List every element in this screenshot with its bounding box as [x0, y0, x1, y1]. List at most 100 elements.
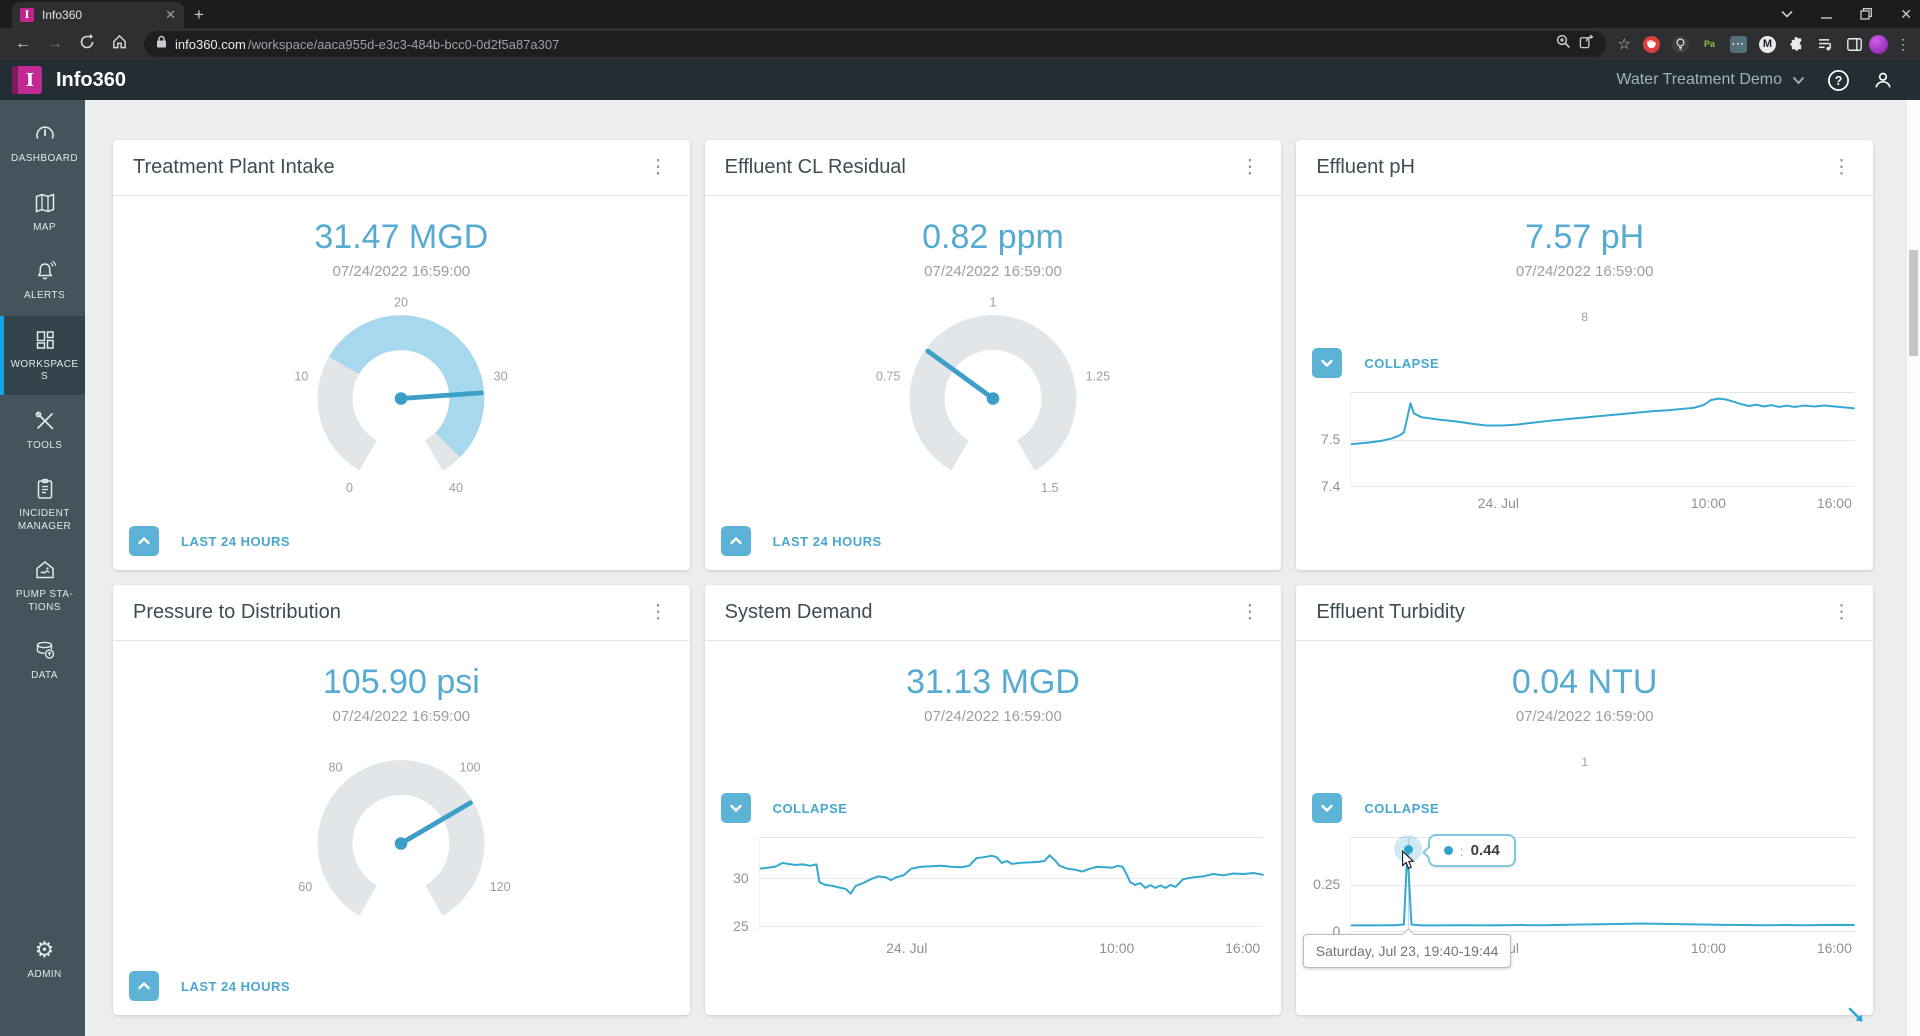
x-tick-label: 10:00 [1099, 940, 1135, 956]
sidebar-item-incident-manager[interactable]: INCIDENT MANAGER [0, 465, 85, 544]
sidebar-item-data[interactable]: DATA [0, 627, 85, 694]
pa-extension-icon[interactable]: Pa [1701, 36, 1718, 53]
x-tick-label: 10:00 [1690, 940, 1726, 956]
tab-search-chevron-icon[interactable] [1781, 10, 1793, 18]
card-menu-icon[interactable]: ⋮ [1828, 158, 1855, 177]
dashboard-gauge-icon [32, 121, 58, 147]
card-menu-icon[interactable]: ⋮ [1236, 158, 1263, 177]
home-button[interactable] [106, 33, 132, 55]
y-tick-label: 7.5 [1320, 431, 1341, 447]
sidebar-item-label: DATA [31, 670, 58, 681]
plot-area[interactable]: 24. Jul 10:00 16:00 [1350, 392, 1855, 511]
plot-area[interactable]: 24. Jul 10:00 16:00 [758, 837, 1264, 956]
database-icon [32, 638, 58, 664]
scrollbar-thumb[interactable] [1909, 250, 1918, 356]
extensions-row: Pa ··· M [1643, 35, 1863, 53]
svg-text:1: 1 [989, 295, 996, 309]
svg-text:100: 100 [460, 760, 481, 774]
sidebar-item-label: TOOLS [26, 439, 63, 451]
metric-value: 31.47 MGD [314, 218, 489, 256]
sidebar-item-workspaces[interactable]: WORKSPACES [0, 315, 85, 395]
svg-text:20: 20 [394, 295, 408, 309]
new-tab-button[interactable]: + [194, 5, 204, 28]
sidebar-item-alerts[interactable]: ALERTS [0, 247, 85, 314]
expand-last-24-hours[interactable]: LAST 24 HOURS [720, 526, 882, 556]
expander-label: LAST 24 HOURS [181, 978, 291, 994]
card-menu-icon[interactable]: ⋮ [1236, 603, 1263, 622]
side-panel-icon[interactable] [1846, 36, 1863, 53]
sidebar-item-pump-stations[interactable]: PUMP STA-TIONS [0, 546, 85, 625]
bookmark-star-icon[interactable]: ☆ [1618, 35, 1631, 53]
svg-text:60: 60 [299, 880, 313, 894]
sidebar-item-map[interactable]: MAP [0, 179, 85, 246]
adblock-extension-icon[interactable] [1643, 35, 1660, 53]
series-dot-icon [1443, 846, 1453, 855]
tab-title: Info360 [42, 8, 83, 22]
card-header: Effluent Turbidity ⋮ [1296, 585, 1873, 641]
resize-handle-icon[interactable] [1846, 1005, 1866, 1030]
y-tick-label: 0.25 [1313, 876, 1341, 892]
expand-last-24-hours[interactable]: LAST 24 HOURS [129, 971, 290, 1001]
expander-label: LAST 24 HOURS [181, 533, 291, 549]
browser-profile-avatar[interactable] [1869, 34, 1888, 54]
help-button[interactable]: ? [1827, 69, 1850, 92]
window-restore-button[interactable] [1860, 8, 1873, 20]
collapse-label: COLLAPSE [1364, 800, 1440, 816]
y-tick-label: 7.4 [1320, 478, 1341, 494]
playlist-extension-icon[interactable] [1817, 36, 1834, 53]
browser-menu-icon[interactable]: ⋮ [1896, 36, 1910, 53]
sidebar-item-admin[interactable]: ⚙ ADMIN [0, 926, 85, 993]
user-account-button[interactable] [1872, 69, 1894, 91]
chevron-up-button[interactable] [720, 526, 751, 556]
browser-tab[interactable]: I Info360 ✕ [12, 2, 184, 28]
chevron-down-button[interactable] [1312, 348, 1343, 378]
workspace-selector-label: Water Treatment Demo [1616, 71, 1782, 88]
window-minimize-button[interactable] [1821, 9, 1833, 20]
x-tick-label: 24. Jul [1477, 495, 1520, 511]
metric-value: 7.57 pH [1525, 218, 1645, 256]
chevron-down-button[interactable] [720, 793, 751, 823]
back-button[interactable]: ← [10, 35, 36, 53]
app-header: I Info360 Water Treatment Demo ? [0, 60, 1920, 100]
reload-button[interactable] [74, 33, 100, 55]
forward-button[interactable]: → [42, 35, 68, 53]
sidebar-item-tools[interactable]: TOOLS [0, 397, 85, 464]
tools-icon [32, 408, 58, 434]
share-icon[interactable] [1579, 34, 1594, 54]
x-tick-label: 10:00 [1690, 495, 1726, 511]
chevron-down-button[interactable] [1312, 793, 1343, 823]
m-extension-icon[interactable]: M [1759, 35, 1776, 53]
tab-close-icon[interactable]: ✕ [165, 7, 176, 23]
url-bar[interactable]: info360.com/workspace/aaca955d-e3c3-484b… [144, 31, 1606, 57]
workspace-selector[interactable]: Water Treatment Demo [1616, 71, 1805, 89]
browser-tab-strip: I Info360 ✕ + ✕ [0, 0, 1920, 28]
collapse-control[interactable]: COLLAPSE [1312, 348, 1873, 378]
window-close-button[interactable]: ✕ [1900, 6, 1912, 23]
turbidity-line-chart: 0.25 0 : 0.44 Saturday, Jul 23, 19:40-19… [1296, 834, 1855, 968]
plot-area[interactable]: : 0.44 Saturday, Jul 23, 19:40-19:44 24.… [1302, 834, 1855, 968]
workspaces-grid-icon [32, 327, 58, 353]
lightbulb-extension-icon[interactable] [1672, 35, 1689, 53]
collapse-control[interactable]: COLLAPSE [720, 793, 1282, 823]
bell-icon [32, 258, 58, 284]
svg-text:?: ? [1835, 73, 1843, 87]
card-menu-icon[interactable]: ⋮ [1828, 603, 1855, 622]
puzzle-extensions-icon[interactable] [1788, 36, 1805, 53]
card-header: Effluent CL Residual ⋮ [704, 140, 1282, 196]
info360-logo-icon: I [12, 65, 42, 95]
sidebar-nav: DASHBOARD MAP ALERTS WORKSPACES TOOLS IN… [0, 100, 85, 1036]
chevron-up-button[interactable] [129, 526, 159, 556]
card-title: Treatment Plant Intake [133, 156, 335, 178]
metric-timestamp: 07/24/2022 16:59:00 [1515, 263, 1654, 280]
page-scrollbar[interactable] [1906, 100, 1920, 1036]
chevron-up-button[interactable] [129, 971, 159, 1001]
gauge-chart: 60 80 100 120 [299, 760, 511, 916]
dots-extension-icon[interactable]: ··· [1730, 35, 1747, 53]
zoom-page-icon[interactable] [1556, 34, 1571, 54]
card-menu-icon[interactable]: ⋮ [645, 603, 672, 622]
pump-station-icon [32, 557, 58, 583]
card-menu-icon[interactable]: ⋮ [645, 158, 672, 177]
sidebar-item-dashboard[interactable]: DASHBOARD [0, 110, 85, 177]
collapse-control[interactable]: COLLAPSE [1312, 793, 1873, 823]
expand-last-24-hours[interactable]: LAST 24 HOURS [129, 526, 290, 556]
